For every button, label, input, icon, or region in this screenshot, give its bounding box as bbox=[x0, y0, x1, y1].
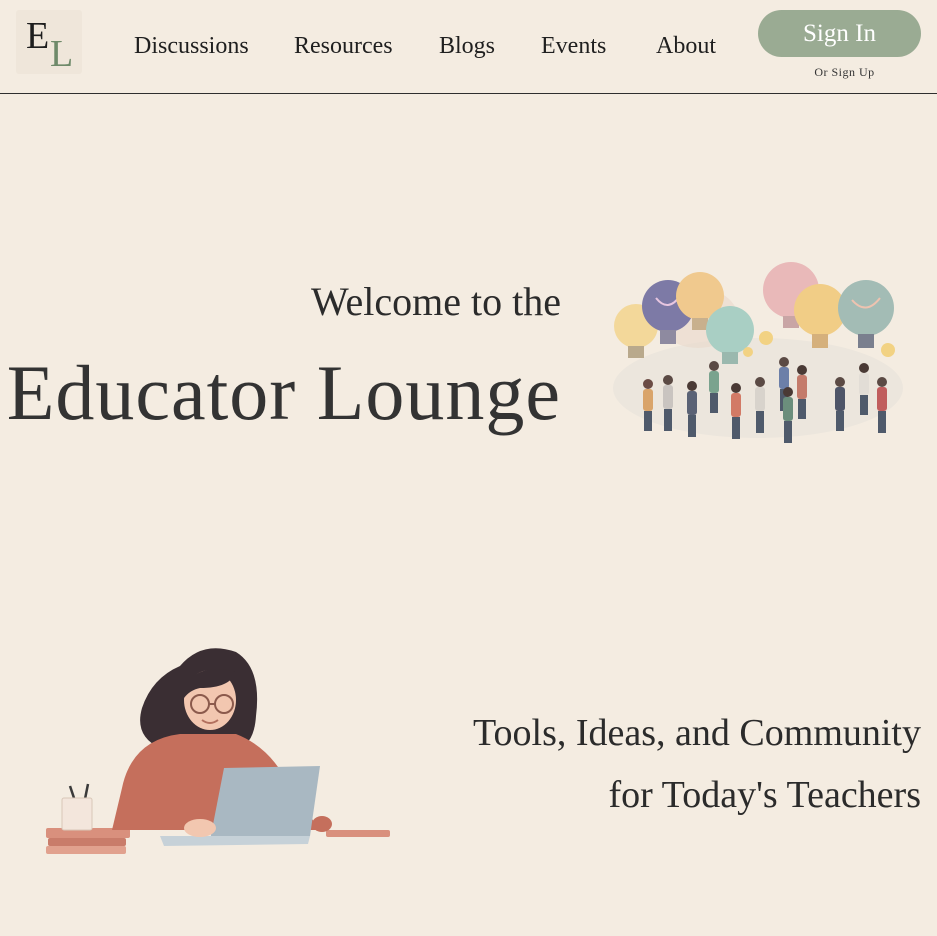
person-icon bbox=[663, 375, 673, 431]
person-icon bbox=[709, 361, 719, 413]
person-icon bbox=[797, 365, 807, 419]
pencil-cup-icon bbox=[61, 783, 93, 831]
nav-blogs[interactable]: Blogs bbox=[439, 33, 495, 60]
person-icon bbox=[859, 363, 869, 415]
welcome-text: Welcome to the bbox=[310, 279, 561, 324]
site-logo[interactable]: E L bbox=[16, 10, 82, 75]
site-title: Educator Lounge bbox=[6, 349, 561, 436]
nav-events[interactable]: Events bbox=[541, 33, 606, 60]
person-icon bbox=[731, 383, 741, 439]
nav-resources[interactable]: Resources bbox=[294, 33, 393, 60]
sign-up-link[interactable]: Or Sign Up bbox=[758, 65, 931, 80]
books-icon bbox=[46, 828, 130, 854]
logo-letter-l: L bbox=[50, 33, 74, 75]
person-icon bbox=[687, 381, 697, 437]
nav-about[interactable]: About bbox=[656, 33, 716, 60]
notebook-icon bbox=[326, 830, 390, 837]
lightbulb-icon bbox=[838, 280, 894, 348]
tagline-line-2: for Today's Teachers bbox=[608, 774, 921, 816]
logo-letter-e: E bbox=[26, 15, 50, 57]
tagline: Tools, Ideas, and Community for Today's … bbox=[473, 702, 921, 826]
teacher-laptop-illustration bbox=[46, 648, 390, 854]
person-icon bbox=[643, 379, 653, 431]
lightbulb-icon bbox=[794, 284, 846, 348]
person-icon bbox=[783, 387, 793, 443]
nav-discussions[interactable]: Discussions bbox=[134, 33, 249, 60]
lightbulb-community-illustration bbox=[613, 262, 903, 443]
person-icon bbox=[755, 377, 765, 433]
site-header: E L Discussions Resources Blogs Events A… bbox=[0, 0, 937, 94]
person-icon bbox=[877, 377, 887, 433]
person-icon bbox=[835, 377, 845, 431]
sign-in-button[interactable]: Sign In bbox=[758, 10, 921, 57]
tagline-line-1: Tools, Ideas, and Community bbox=[472, 712, 921, 754]
